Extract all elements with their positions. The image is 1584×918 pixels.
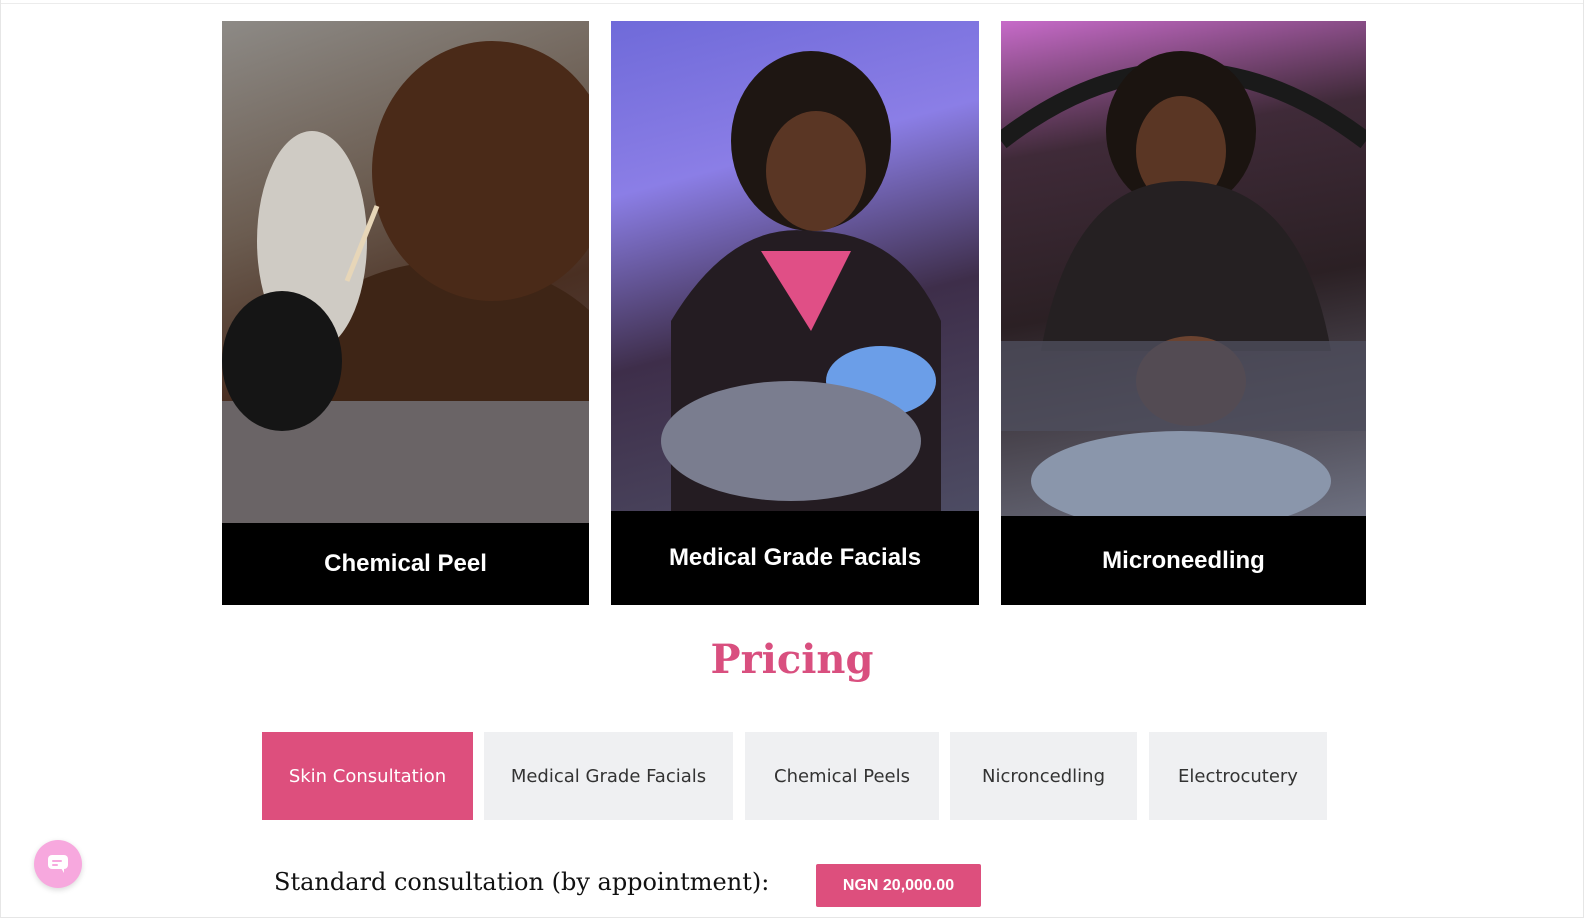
tab-skin-consultation[interactable]: Skin Consultation [262, 732, 473, 820]
service-card-microneedling[interactable]: Microneedling [1001, 21, 1366, 605]
chemical-peel-illustration [222, 41, 589, 523]
service-card-chemical-peel[interactable]: Chemical Peel [222, 21, 589, 605]
price-badge: NGN 20,000.00 [816, 864, 981, 907]
tab-electrocautery[interactable]: Electrocutery [1149, 732, 1327, 820]
chemical-peel-photo [222, 21, 589, 523]
medical-grade-facials-photo [611, 21, 979, 511]
top-divider [1, 3, 1583, 4]
microneedling-photo [1001, 21, 1366, 516]
tab-microneedling[interactable]: Nicroncedling [950, 732, 1137, 820]
price-item-label: Standard consultation (by appointment): [274, 868, 770, 896]
pricing-heading: Pricing [710, 636, 874, 683]
microneedling-illustration [1001, 51, 1366, 516]
service-card-title: Medical Grade Facials [668, 544, 922, 571]
service-card-title: Microneedling [1102, 546, 1265, 574]
chat-bubble-icon [48, 855, 68, 873]
tab-chemical-peels[interactable]: Chemical Peels [745, 732, 939, 820]
medical-grade-facials-illustration [661, 51, 941, 511]
chat-button[interactable] [34, 840, 82, 888]
page: Chemical Peel Medical Grade Facials Micr… [0, 0, 1584, 918]
service-card-title: Chemical Peel [324, 550, 487, 577]
tab-medical-grade-facials[interactable]: Medical Grade Facials [484, 732, 733, 820]
service-card-medical-grade-facials[interactable]: Medical Grade Facials [611, 21, 979, 605]
